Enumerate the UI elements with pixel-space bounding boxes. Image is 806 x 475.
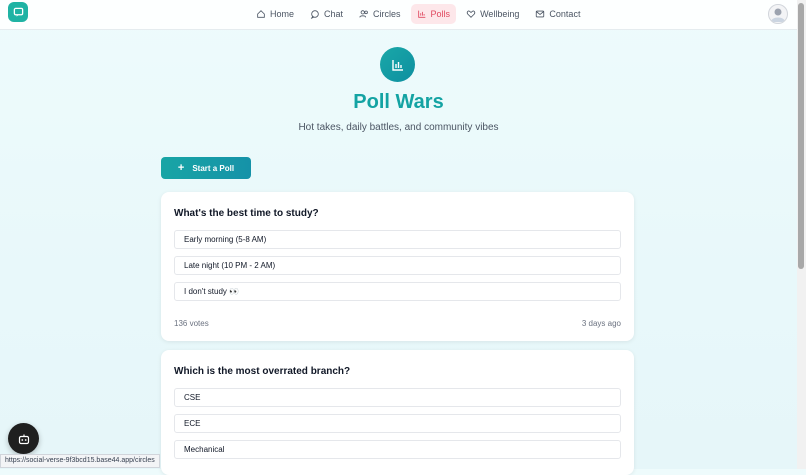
nav-polls-label: Polls [430, 9, 451, 19]
poll-question: Which is the most overrated branch? [174, 366, 351, 377]
nav-contact[interactable]: Contact [529, 4, 586, 24]
chat-bubble-icon [13, 7, 23, 17]
poll-option[interactable]: CSE [174, 388, 621, 407]
nav-home[interactable]: Home [250, 4, 300, 24]
vertical-scrollbar[interactable] [797, 0, 806, 469]
poll-question: What's the best time to study? [174, 208, 319, 219]
avatar-icon [771, 8, 785, 22]
heart-icon [466, 10, 476, 18]
poll-option[interactable]: Mechanical [174, 440, 621, 459]
poll-card: What's the best time to study? Early mor… [161, 192, 634, 341]
plus-icon: + [177, 161, 185, 174]
bar-chart-icon [417, 10, 425, 18]
polls-hero-badge [380, 47, 415, 82]
bar-chart-icon [391, 59, 403, 71]
poll-option[interactable]: I don't study 👀 [174, 282, 621, 301]
poll-option[interactable]: ECE [174, 414, 621, 433]
user-avatar[interactable] [768, 4, 788, 24]
nav-home-label: Home [270, 9, 295, 19]
robot-icon [18, 434, 29, 444]
poll-option[interactable]: Early morning (5-8 AM) [174, 230, 621, 249]
main-nav: Home Chat Circles Polls Wellbeing Contac… [250, 4, 586, 24]
poll-option[interactable]: Late night (10 PM - 2 AM) [174, 256, 621, 275]
nav-polls[interactable]: Polls [410, 4, 457, 24]
chat-icon [310, 10, 319, 19]
nav-wellbeing[interactable]: Wellbeing [460, 4, 525, 24]
nav-circles[interactable]: Circles [353, 4, 407, 24]
poll-timestamp: 3 days ago [581, 319, 621, 328]
app-logo[interactable] [8, 2, 28, 22]
home-icon [257, 10, 265, 18]
nav-chat-label: Chat [324, 9, 344, 19]
assistant-bot-button[interactable] [8, 423, 39, 454]
nav-chat[interactable]: Chat [304, 4, 349, 24]
poll-card: Which is the most overrated branch? CSE … [161, 350, 634, 475]
mail-icon [536, 10, 545, 18]
nav-wellbeing-label: Wellbeing [480, 9, 520, 19]
start-poll-button[interactable]: + Start a Poll [161, 157, 251, 179]
status-bar-url: https://social-verse-9f3bcd15.base44.app… [0, 454, 160, 468]
start-poll-label: Start a Poll [192, 163, 235, 173]
nav-contact-label: Contact [549, 9, 581, 19]
scrollbar-thumb[interactable] [798, 3, 804, 269]
poll-vote-count: 136 votes [174, 319, 209, 328]
users-icon [359, 10, 368, 18]
nav-circles-label: Circles [373, 9, 401, 19]
page-title: Poll Wars [353, 91, 444, 113]
top-navbar: Home Chat Circles Polls Wellbeing Contac… [0, 0, 797, 30]
page-subtitle: Hot takes, daily battles, and community … [298, 122, 499, 133]
